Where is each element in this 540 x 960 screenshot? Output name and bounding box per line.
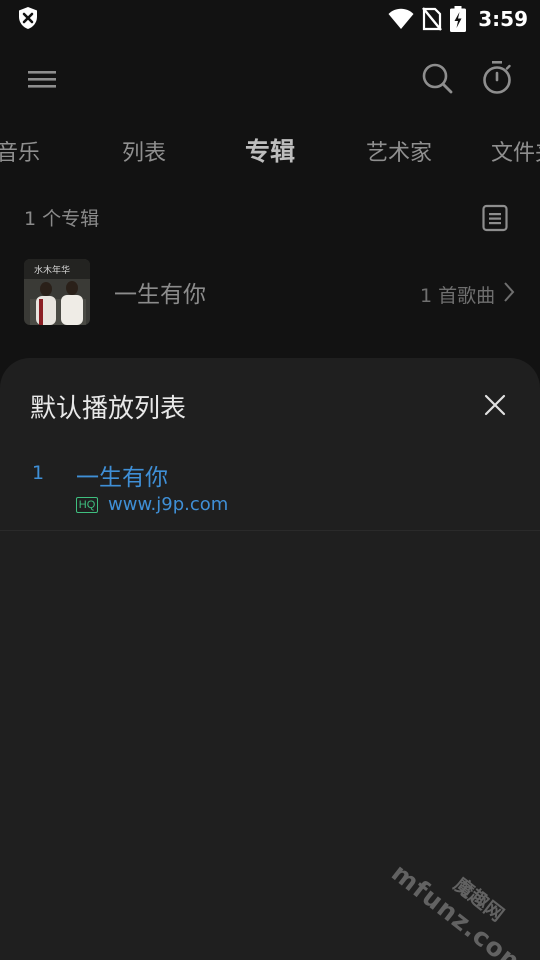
hq-badge: HQ <box>76 497 98 513</box>
screen: 3:59 音乐 列表 专辑 艺术家 文件夹 1 个专辑 <box>0 0 540 960</box>
tab-music[interactable]: 音乐 <box>0 134 40 174</box>
search-icon[interactable] <box>420 61 454 95</box>
sheet-title: 默认播放列表 <box>30 394 187 424</box>
no-sim-icon <box>422 7 443 31</box>
list-view-icon[interactable] <box>482 204 508 232</box>
playlist-item-artist: www.j9p.com <box>108 494 229 515</box>
timer-icon[interactable] <box>480 60 514 96</box>
wifi-icon <box>388 8 414 30</box>
tab-playlists[interactable]: 列表 <box>122 134 166 174</box>
menu-icon[interactable] <box>26 64 58 94</box>
tab-albums[interactable]: 专辑 <box>245 132 295 172</box>
tab-folders[interactable]: 文件夹 <box>491 134 540 174</box>
status-time: 3:59 <box>478 7 528 31</box>
close-icon[interactable] <box>482 392 508 418</box>
status-bar: 3:59 <box>0 0 540 38</box>
playlist-item[interactable]: 1 一生有你 HQ www.j9p.com <box>0 454 540 531</box>
album-song-count: 1 首歌曲 <box>420 285 496 307</box>
album-count-row: 1 个专辑 <box>24 202 516 234</box>
playlist-item-index: 1 <box>32 462 45 484</box>
shield-icon <box>19 7 37 29</box>
album-cover-text: 水木年华 <box>34 264 70 276</box>
album-list-item[interactable]: 水木年华 一生有你 1 首歌曲 <box>0 255 540 329</box>
album-title: 一生有你 <box>114 282 206 308</box>
tab-bar: 音乐 列表 专辑 艺术家 文件夹 <box>0 134 540 174</box>
album-cover: 水木年华 <box>24 259 90 325</box>
tab-artists[interactable]: 艺术家 <box>366 134 432 174</box>
album-count-label: 1 个专辑 <box>24 208 100 230</box>
battery-charging-icon <box>450 6 467 32</box>
app-bar <box>0 54 540 104</box>
chevron-right-icon <box>504 282 515 302</box>
playlist-item-title: 一生有你 <box>76 465 168 491</box>
status-icons: 3:59 <box>388 4 528 34</box>
playlist-bottom-sheet: 默认播放列表 1 一生有你 HQ www.j9p.com <box>0 358 540 960</box>
